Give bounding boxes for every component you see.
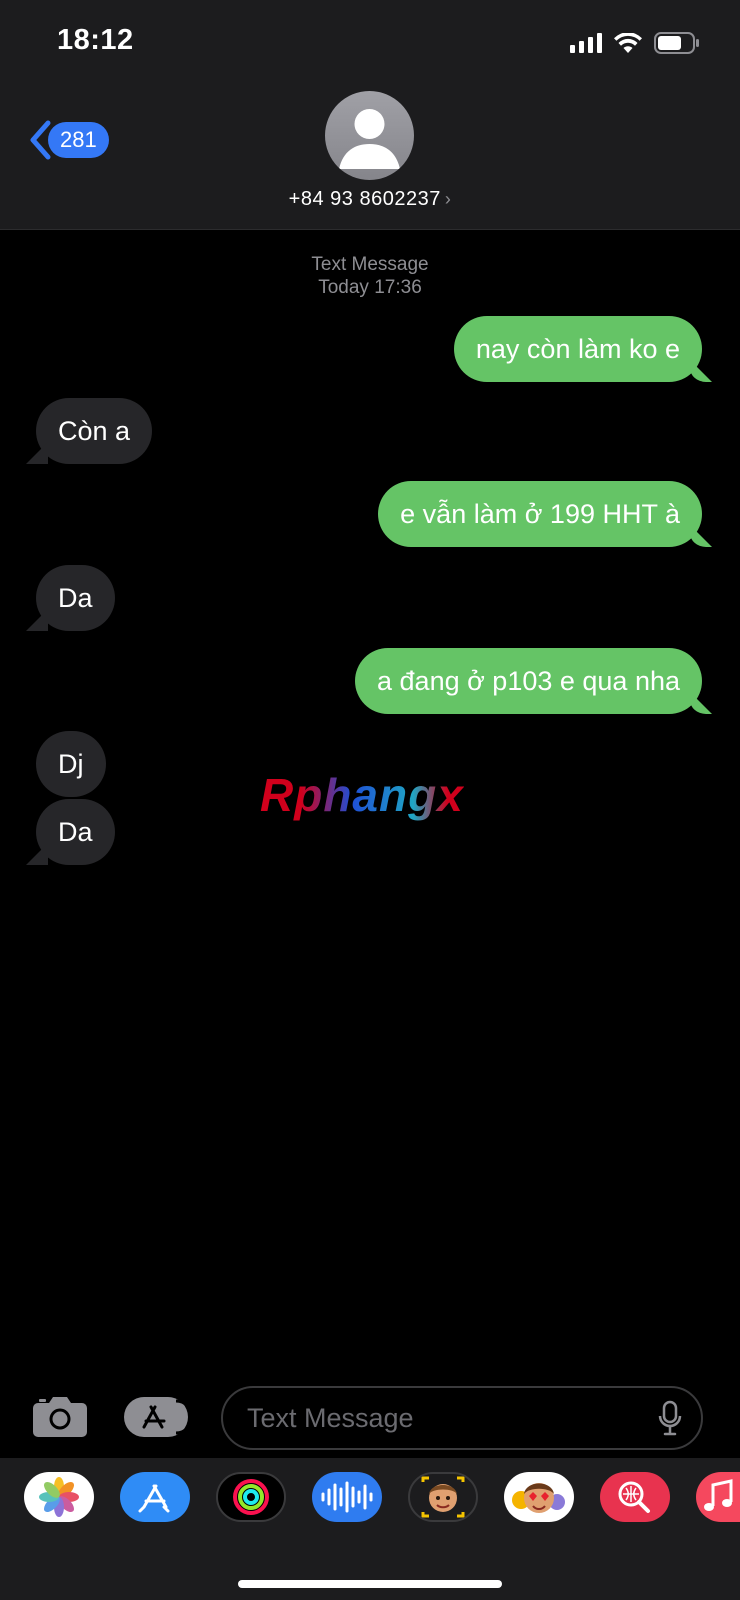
home-indicator[interactable] (238, 1580, 502, 1588)
outgoing-message-bubble[interactable]: a đang ở p103 e qua nha (355, 648, 702, 714)
activity-icon (233, 1479, 269, 1515)
wifi-icon (614, 33, 642, 53)
status-icons (570, 32, 700, 54)
incoming-message-bubble[interactable]: Dj (36, 731, 106, 797)
image-search-button[interactable] (600, 1472, 670, 1522)
animoji-stickers-icon (512, 1483, 565, 1513)
unread-count-badge: 281 (48, 122, 109, 158)
thread-timestamp: Today 17:36 (318, 277, 422, 298)
incoming-message-bubble[interactable]: Da (36, 565, 115, 631)
photos-app-button[interactable] (24, 1472, 94, 1522)
back-button[interactable]: 281 (28, 120, 109, 160)
audio-message-button[interactable] (312, 1472, 382, 1522)
contact-number: +84 93 8602237 (288, 188, 441, 210)
message-input[interactable] (221, 1386, 703, 1450)
photos-icon (39, 1477, 79, 1517)
activity-app-button[interactable] (216, 1472, 286, 1522)
person-icon (339, 109, 400, 169)
incoming-message-bubble[interactable]: Còn a (36, 398, 153, 464)
apps-button[interactable] (124, 1397, 194, 1437)
status-time: 18:12 (57, 24, 134, 56)
outgoing-message-bubble[interactable]: e vẫn làm ở 199 HHT à (378, 481, 702, 547)
camera-icon (33, 1397, 87, 1437)
watermark-text: Rphangx (260, 769, 464, 821)
camera-button[interactable] (32, 1394, 88, 1443)
audio-message-icon (321, 1481, 373, 1513)
animoji-stickers-button[interactable] (504, 1472, 574, 1522)
music-icon (704, 1479, 733, 1511)
outgoing-message-bubble[interactable]: nay còn làm ko e (453, 316, 702, 382)
cellular-signal-icon (570, 33, 602, 53)
contact-avatar[interactable] (325, 91, 414, 180)
app-store-icon (138, 1484, 170, 1513)
memoji-app-button[interactable] (408, 1472, 478, 1522)
chevron-right-icon: › (444, 189, 452, 209)
music-app-button[interactable] (696, 1472, 740, 1522)
message-composer (0, 1380, 740, 1460)
app-store-icon (142, 1399, 194, 1435)
dictation-button[interactable] (658, 1400, 682, 1441)
image-search-icon (618, 1481, 650, 1513)
conversation-header: 18:12 281 +84 93 8602237 › (0, 0, 740, 230)
memoji-icon (421, 1476, 465, 1518)
app-store-button[interactable] (120, 1472, 190, 1522)
contact-name[interactable]: +84 93 8602237 › (0, 188, 740, 211)
battery-icon (654, 32, 699, 54)
incoming-message-bubble[interactable]: Da (36, 799, 115, 865)
microphone-icon (658, 1400, 682, 1436)
service-label: Text Message (311, 254, 429, 275)
thread-meta: Text Message Today 17:36 (0, 253, 740, 299)
app-drawer (0, 1458, 740, 1600)
